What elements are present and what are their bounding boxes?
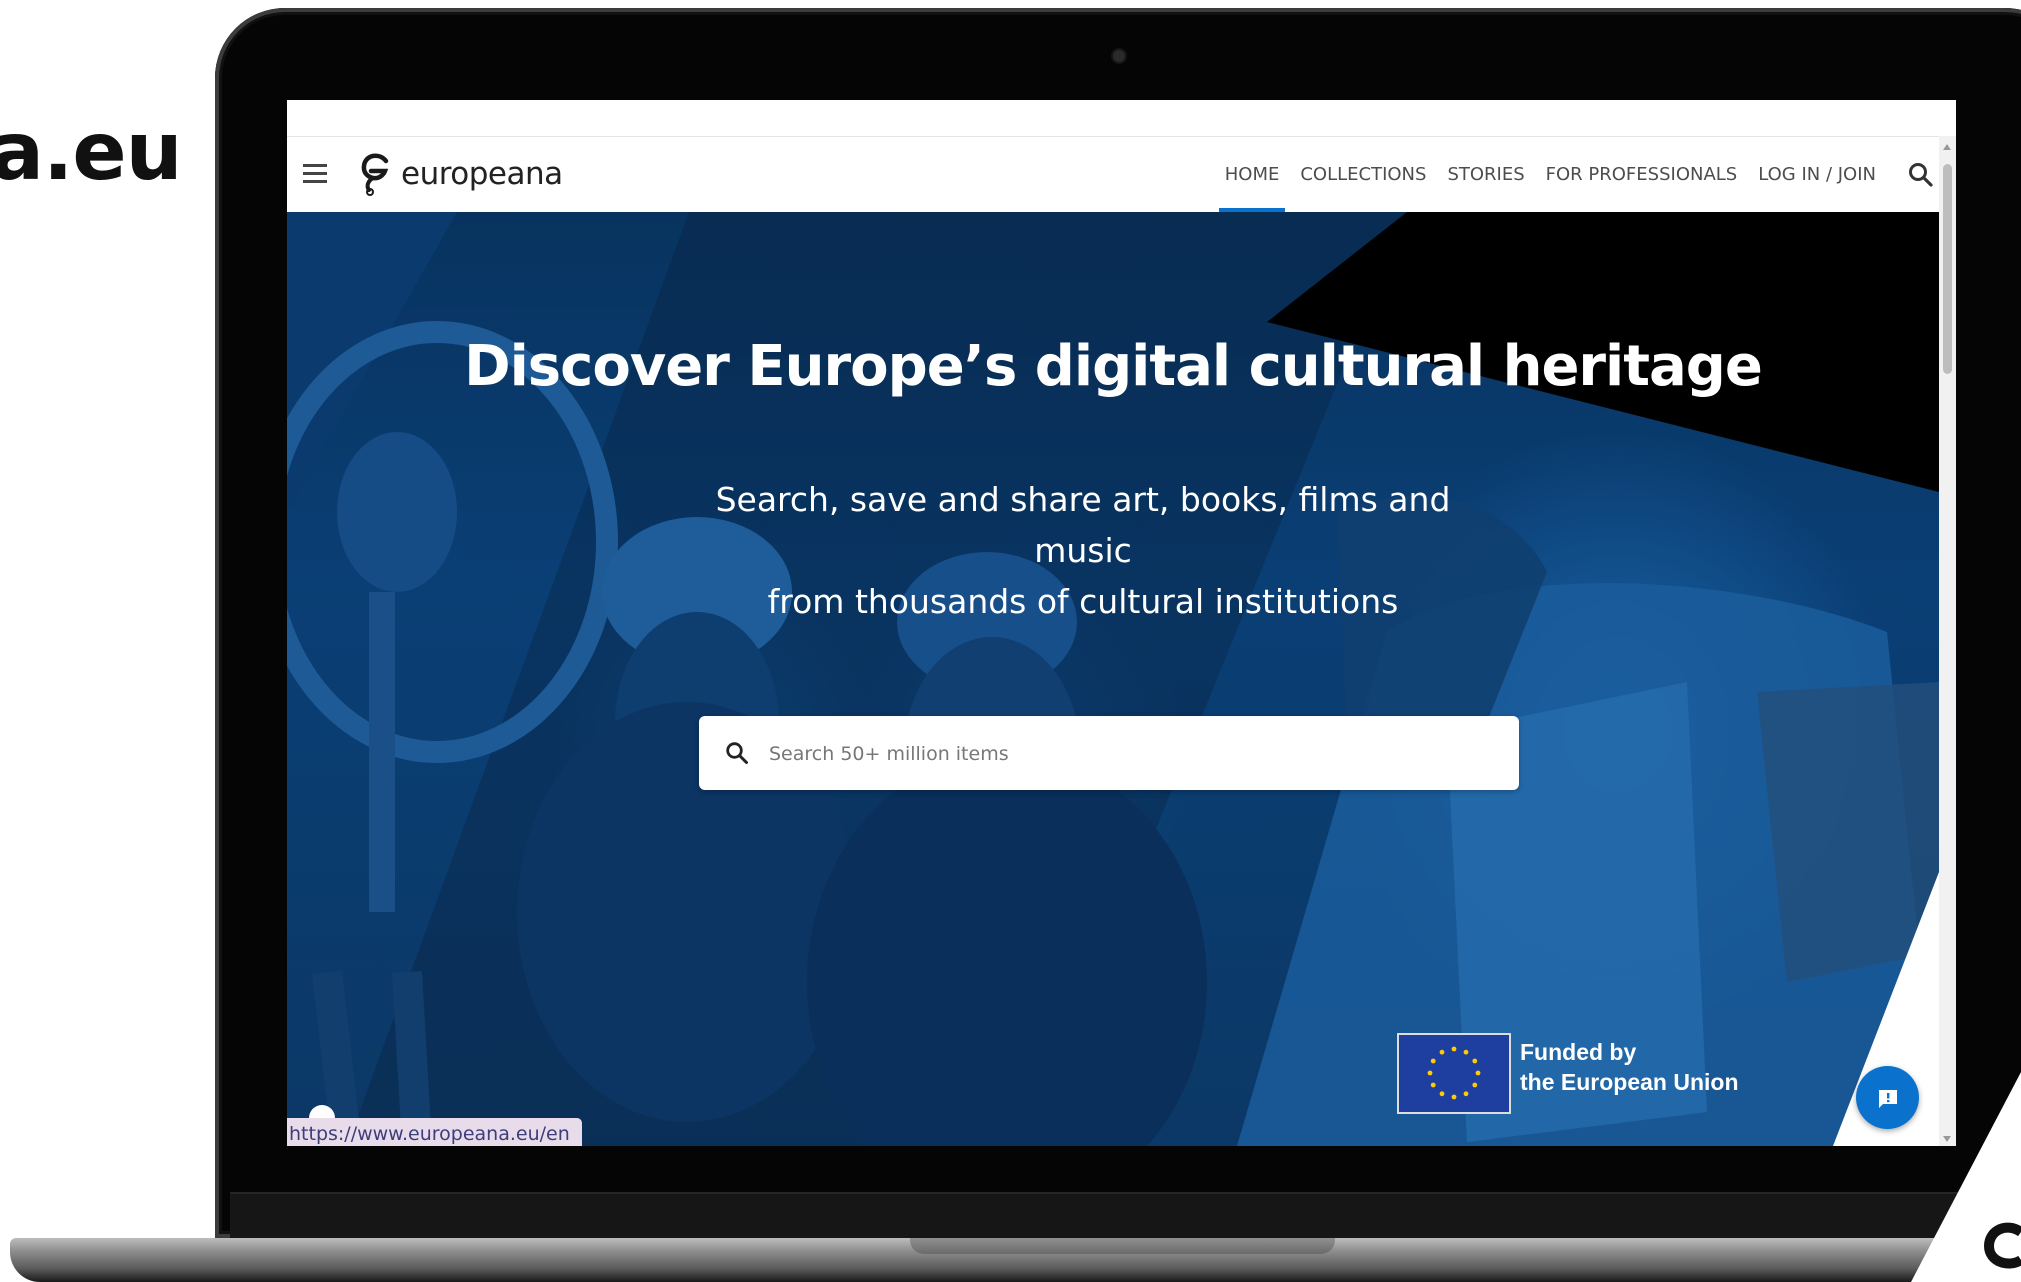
funding-line-2: the European Union — [1520, 1069, 1739, 1095]
logo-text: europeana — [401, 156, 563, 192]
hero-subtitle: Search, save and share art, books, films… — [683, 474, 1483, 627]
chat-button[interactable] — [1856, 1066, 1919, 1129]
slide-title-fragment: a.eu — [0, 105, 183, 198]
search-input[interactable] — [767, 716, 1491, 792]
hero-banner: Discover Europe’s digital cultural herit… — [287, 212, 1939, 1146]
hero-subtitle-line-2: from thousands of cultural institutions — [767, 582, 1399, 621]
funding-notice: Funded by the European Union — [1520, 1037, 1739, 1097]
webcam — [1113, 50, 1125, 62]
hero-title: Discover Europe’s digital cultural herit… — [464, 334, 1763, 399]
scroll-thumb[interactable] — [1943, 164, 1952, 374]
nav-for-professionals[interactable]: FOR PROFESSIONALS — [1546, 137, 1738, 212]
chat-icon — [1879, 1090, 1897, 1108]
europeana-logo-icon — [361, 153, 389, 196]
browser-screen: europeana HOME COLLECTIONS STORIES FOR P… — [287, 100, 1956, 1146]
main-nav: HOME COLLECTIONS STORIES FOR PROFESSIONA… — [1204, 137, 1876, 212]
page-scrollbar[interactable] — [1939, 136, 1956, 1146]
status-bar-url: https://www.europeana.eu/en — [287, 1118, 582, 1146]
scroll-up-arrow[interactable] — [1943, 144, 1951, 150]
nav-stories[interactable]: STORIES — [1447, 137, 1524, 212]
hero-subtitle-line-1: Search, save and share art, books, films… — [715, 480, 1451, 570]
corner-brand-wedge — [1911, 1072, 2021, 1282]
eu-flag-icon — [1397, 1033, 1511, 1114]
hero-search-box[interactable] — [699, 716, 1519, 792]
nav-login-join[interactable]: LOG IN / JOIN — [1758, 137, 1876, 212]
site-logo[interactable]: europeana — [359, 151, 563, 197]
funding-line-1: Funded by — [1520, 1039, 1637, 1065]
nav-home[interactable]: HOME — [1218, 137, 1285, 212]
search-icon[interactable] — [1908, 162, 1934, 188]
laptop-chin — [230, 1192, 2021, 1244]
nav-collections[interactable]: COLLECTIONS — [1300, 137, 1426, 212]
laptop-notch — [910, 1238, 1335, 1254]
search-icon — [726, 742, 748, 764]
hamburger-icon[interactable] — [303, 164, 327, 184]
browser-top-strip — [287, 100, 1956, 137]
site-header: europeana HOME COLLECTIONS STORIES FOR P… — [287, 137, 1956, 212]
